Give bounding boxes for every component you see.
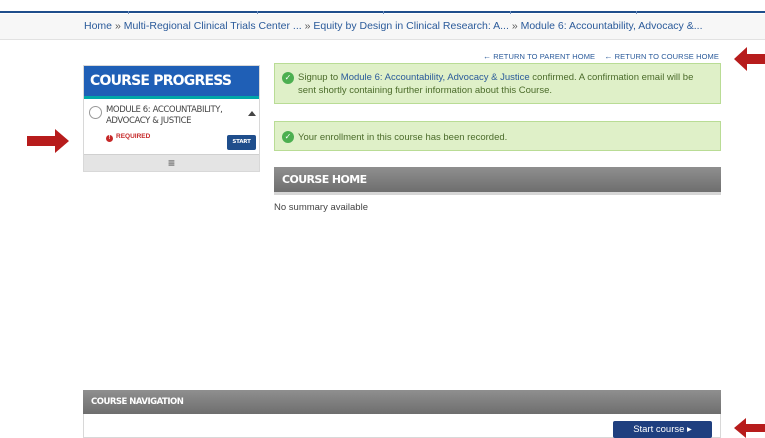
required-label: REQUIRED — [116, 133, 151, 140]
red-annotation-arrow-left-icon — [734, 418, 765, 438]
module-title: MODULE 6: ACCOUNTABILITY, ADVOCACY & JUS… — [106, 105, 223, 126]
course-home-header: COURSE HOME — [274, 167, 721, 192]
return-parent-label: RETURN TO PARENT HOME — [493, 52, 596, 61]
return-links: ← RETURN TO PARENT HOME ← RETURN TO COURSE… — [483, 52, 719, 61]
return-to-course-home-link[interactable]: ← RETURN TO COURSE HOME — [605, 52, 719, 61]
check-circle-icon: ✓ — [282, 131, 294, 143]
breadcrumb-item-mrct[interactable]: Multi-Regional Clinical Trials Center ..… — [124, 20, 302, 32]
breadcrumb-item-course[interactable]: Equity by Design in Clinical Research: A… — [313, 20, 509, 32]
breadcrumb-item-module[interactable]: Module 6: Accountability, Advocacy &... — [521, 20, 703, 32]
course-progress-title: COURSE PROGRESS — [84, 66, 259, 96]
progress-module-item[interactable]: MODULE 6: ACCOUNTABILITY, ADVOCACY & JUS… — [84, 99, 259, 156]
course-navigation-header: COURSE NAVIGATION — [83, 390, 721, 414]
course-home-divider — [274, 192, 721, 195]
breadcrumb: Home » Multi-Regional Clinical Trials Ce… — [84, 20, 702, 32]
arrow-left-icon: ← — [604, 52, 613, 61]
return-course-label: RETURN TO COURSE HOME — [614, 52, 719, 61]
course-progress-panel: COURSE PROGRESS MODULE 6: ACCOUNTABILITY… — [83, 65, 260, 172]
return-to-parent-home-link[interactable]: ← RETURN TO PARENT HOME — [483, 52, 595, 61]
breadcrumb-separator: » — [114, 20, 121, 32]
signup-prefix: Signup to — [298, 72, 341, 83]
module-radio[interactable] — [89, 106, 102, 119]
red-annotation-arrow-left-icon — [734, 47, 765, 71]
top-nav-strip — [0, 0, 765, 14]
breadcrumb-separator: » — [511, 20, 518, 32]
required-badge: ! REQUIRED — [106, 133, 150, 142]
red-annotation-arrow-right-icon — [27, 129, 69, 153]
enrollment-alert: ✓ Your enrollment in this course has bee… — [274, 121, 721, 151]
exclamation-icon: ! — [106, 135, 113, 142]
enrollment-text: Your enrollment in this course has been … — [298, 132, 508, 143]
check-circle-icon: ✓ — [282, 72, 294, 84]
breadcrumb-separator: » — [304, 20, 311, 32]
caret-up-icon[interactable] — [248, 111, 256, 116]
course-summary: No summary available — [274, 202, 368, 213]
breadcrumb-item-home[interactable]: Home — [84, 20, 112, 32]
signup-confirmation-alert: ✓ Signup to Module 6: Accountability, Ad… — [274, 63, 721, 104]
arrow-left-icon: ← — [483, 52, 492, 61]
module-link[interactable]: Module 6: Accountability, Advocacy & Jus… — [341, 72, 530, 83]
start-module-button[interactable]: START — [227, 135, 256, 150]
hamburger-menu-icon[interactable]: ≡ — [84, 154, 259, 171]
start-course-button[interactable]: Start course ▸ — [613, 421, 712, 438]
